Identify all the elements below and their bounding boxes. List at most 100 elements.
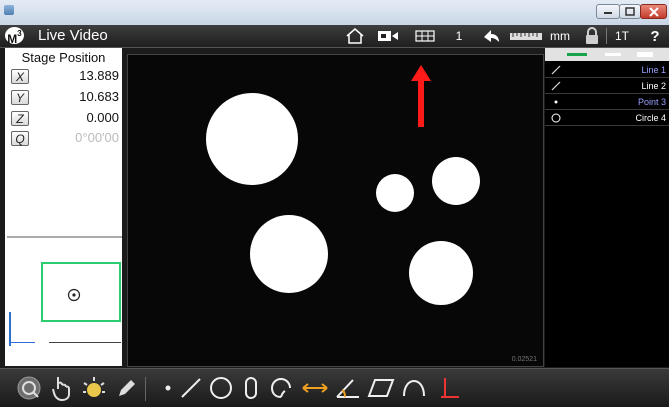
slot-tool-icon — [245, 377, 257, 399]
video-camera-icon — [378, 31, 398, 41]
m3-logo[interactable]: M3 — [5, 27, 24, 46]
axis-q-value: 0°00'00 — [75, 130, 119, 145]
axis-z-button[interactable]: Z — [11, 111, 29, 126]
app-system-icon[interactable] — [4, 5, 14, 15]
bright-hole — [206, 93, 298, 185]
feature-row-line-2[interactable]: Line 2 — [545, 79, 669, 94]
maximize-icon — [625, 7, 635, 16]
edit-button[interactable] — [114, 373, 138, 403]
stage-position-title: Stage Position — [21, 50, 106, 65]
lock-button[interactable] — [583, 25, 601, 47]
light-sun-icon — [83, 377, 105, 397]
y-axis-indicator — [9, 312, 11, 346]
angle-tool-icon — [336, 379, 359, 398]
measure-line-button[interactable] — [178, 373, 204, 403]
parallelogram-icon — [367, 379, 395, 397]
bright-hole — [409, 241, 473, 305]
axis-x-button[interactable]: X — [11, 69, 29, 84]
zoom-lens-icon — [17, 376, 41, 400]
axis-x-value: 13.889 — [79, 68, 119, 83]
illumination-button[interactable] — [80, 373, 108, 403]
measure-arc-button[interactable] — [268, 373, 294, 403]
pointer-hand-icon — [52, 377, 70, 401]
feature-row-circle-4[interactable]: Circle 4 — [545, 111, 669, 126]
hand-button[interactable] — [48, 373, 74, 403]
padlock-icon — [586, 27, 598, 44]
circle-tool-icon — [210, 377, 232, 399]
help-button[interactable]: ? — [646, 25, 664, 47]
line-tool-icon — [181, 378, 201, 398]
stage-position-panel: Stage Position X 13.889 Y 10.683 Z 0.000… — [5, 48, 122, 366]
minimize-button[interactable] — [596, 4, 620, 19]
pencil-icon — [119, 380, 135, 396]
stage-position-marker-icon — [67, 288, 81, 302]
bright-hole — [376, 174, 414, 212]
feature-row-point-3[interactable]: Point 3 — [545, 95, 669, 110]
maximize-button[interactable] — [619, 4, 641, 19]
distance-arrows-icon — [302, 383, 328, 393]
feature-list-tabs — [545, 48, 669, 61]
toolbar-divider — [606, 28, 607, 44]
grid-icon — [415, 30, 435, 42]
datum-axes-icon — [441, 378, 459, 398]
circle-icon — [551, 113, 561, 123]
line-icon — [551, 65, 561, 75]
measure-parallelogram-button[interactable] — [366, 373, 396, 403]
minimize-icon — [604, 11, 612, 14]
point-icon — [554, 100, 558, 104]
stage-preview-map[interactable] — [7, 236, 122, 366]
tab-green[interactable] — [567, 53, 587, 56]
arc-tool-icon — [270, 377, 291, 398]
tab-white-block[interactable] — [637, 52, 653, 57]
feature-list-panel: Line 1 Line 2 Point 3 Circle 4 — [545, 48, 669, 367]
ruler-icon — [510, 33, 542, 40]
feature-label: Line 2 — [641, 81, 666, 91]
logo-text: M — [7, 32, 18, 46]
feature-label: Circle 4 — [635, 113, 666, 123]
measure-distance-button[interactable] — [300, 373, 330, 403]
top-toolbar: M3 Live Video 1 mm 1T ? — [0, 25, 669, 48]
bright-hole — [250, 215, 328, 293]
feature-count: 1 — [455, 29, 463, 43]
video-scale-readout: 0.02521 — [511, 356, 537, 363]
feature-label: Point 3 — [637, 97, 666, 107]
logo-superscript: 3 — [17, 29, 22, 38]
home-button[interactable] — [343, 25, 367, 47]
measure-point-button[interactable] — [160, 373, 176, 403]
undo-button[interactable] — [480, 25, 502, 47]
home-icon — [346, 28, 364, 44]
point-tool-icon — [165, 385, 171, 391]
line-icon — [551, 81, 561, 91]
feature-label: Line 1 — [641, 65, 666, 75]
bright-hole — [432, 157, 480, 205]
live-video-view[interactable]: 0.02521 — [127, 54, 544, 367]
mode-button[interactable]: 1T — [611, 25, 633, 47]
units-button[interactable]: mm — [548, 25, 572, 47]
stage-travel-line — [49, 342, 121, 343]
field-of-view-frame — [41, 262, 121, 322]
x-axis-indicator — [9, 342, 35, 343]
measure-slot-button[interactable] — [240, 373, 262, 403]
ruler-button[interactable] — [508, 25, 544, 47]
measure-angle-button[interactable] — [334, 373, 362, 403]
window-titlebar — [0, 0, 669, 26]
measure-circle-button[interactable] — [207, 373, 235, 403]
axis-z-value: 0.000 — [86, 110, 119, 125]
tab-white[interactable] — [605, 53, 621, 56]
axis-q-button[interactable]: Q — [11, 131, 29, 146]
toolbar-divider — [145, 377, 146, 401]
screen-title: Live Video — [38, 27, 108, 44]
measure-curve-button[interactable] — [400, 373, 428, 403]
close-button[interactable] — [640, 4, 667, 19]
datum-skew-button[interactable] — [436, 373, 462, 403]
axis-y-value: 10.683 — [79, 89, 119, 104]
close-icon — [648, 6, 659, 17]
red-annotation-arrow-icon — [411, 65, 431, 127]
axis-y-button[interactable]: Y — [11, 90, 29, 105]
bottom-toolbar — [0, 368, 669, 407]
video-button[interactable] — [375, 25, 401, 47]
undo-arrow-icon — [484, 30, 499, 42]
zoom-button[interactable] — [14, 373, 44, 403]
feature-row-line-1[interactable]: Line 1 — [545, 63, 669, 78]
grid-button[interactable] — [413, 25, 437, 47]
